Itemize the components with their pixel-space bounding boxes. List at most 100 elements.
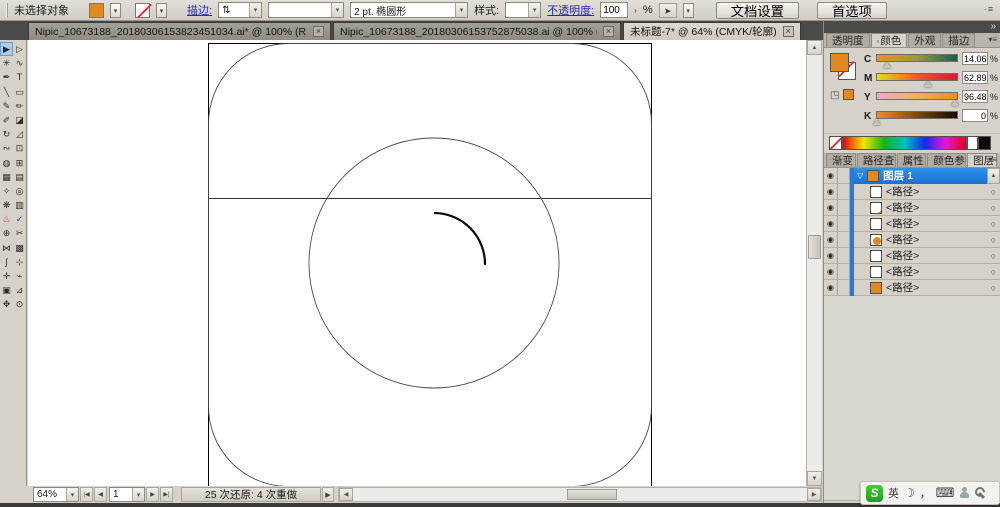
symbol-screener-tool[interactable]: ⋈ [0,241,13,255]
opacity-input[interactable] [600,2,628,18]
vertical-scrollbar[interactable]: ▲ ▼ [806,40,822,486]
collapse-panels-icon[interactable]: » [990,21,996,33]
control-bar-grip[interactable] [6,3,8,17]
gamut-color-swatch[interactable] [843,89,854,100]
control-bar-menu-icon[interactable]: ·≡ [984,4,994,14]
path-name[interactable]: <路径> [886,264,919,279]
layer-row-layer1[interactable]: ◉ ▽ 图层 1 ○ ▲ [824,168,1000,184]
live-paint-selection-tool[interactable]: ✓ [13,212,26,226]
eye-icon[interactable]: ◉ [824,232,838,248]
scribble-tool[interactable]: ∫ [0,255,13,269]
path-thumbnail[interactable] [870,250,882,262]
expand-triangle-icon[interactable]: ▽ [857,171,863,180]
tab-transparency[interactable]: 透明度 [826,33,870,47]
path-thumbnail[interactable] [870,234,882,246]
eye-icon[interactable]: ◉ [824,168,838,184]
lock-cell[interactable] [838,184,850,200]
tab-color[interactable]: ◦颜色 [871,33,908,47]
rotate-tool[interactable]: ↻ [0,127,13,141]
shape-builder-tool[interactable]: ◍ [0,156,13,170]
path-thumbnail[interactable] [870,282,882,294]
panel-menu-icon[interactable]: ▾≡ [988,35,997,44]
status-menu-icon[interactable]: ▶ [322,487,334,502]
page-tool[interactable]: ⊿ [13,283,26,297]
first-artboard-icon[interactable]: |◀ [80,487,93,502]
horizontal-scrollbar-thumb[interactable] [567,489,617,500]
crop-tool[interactable]: ▣ [0,283,13,297]
hand-tool[interactable]: ✥ [0,297,13,311]
close-icon[interactable]: × [603,26,614,37]
gradient-tool[interactable]: ▤ [13,170,26,184]
layer-thumbnail[interactable] [867,170,879,182]
magic-wand-tool[interactable]: ✳ [0,56,13,70]
undo-status-display[interactable]: 25 次还原: 4 次重做 [181,487,321,502]
scroll-down-icon[interactable]: ▼ [807,471,822,486]
free-transform-tool[interactable]: ⊡ [13,141,26,155]
close-icon[interactable]: × [783,26,794,37]
tab-gradient[interactable]: 渐变 [826,153,856,167]
lasso-tool[interactable]: ∿ [13,56,26,70]
horizontal-scrollbar[interactable]: ◀ ▶ [338,487,822,502]
lock-cell[interactable] [838,248,850,264]
path-thumbnail[interactable] [870,186,882,198]
path-thumbnail[interactable] [870,202,882,214]
person-icon[interactable] [960,487,969,499]
cyan-slider-marker[interactable] [883,62,891,68]
zoom-combo-arrow[interactable]: ▾ [66,488,78,501]
style-combo[interactable]: ▾ [505,2,541,18]
rectangle-tool[interactable]: ▭ [13,85,26,99]
path-thumbnail[interactable] [870,266,882,278]
path-thumbnail[interactable] [870,218,882,230]
eye-icon[interactable]: ◉ [824,184,838,200]
path-row-1[interactable]: ◉ <路径> ○ [824,184,1000,200]
artboard-number-combo[interactable]: 1 ▾ [109,487,145,502]
column-graph-tool[interactable]: ▥ [13,198,26,212]
opacity-spinner[interactable]: › [634,6,637,15]
width-tool[interactable]: ∾ [0,141,13,155]
lock-cell[interactable] [838,168,850,184]
stroke-weight-combo-arrow[interactable]: ▾ [249,3,261,17]
symbol-sprayer-tool[interactable]: ❋ [0,198,13,212]
color-fill-proxy[interactable] [831,54,848,71]
document-tab-2[interactable]: Nipic_10673188_20180306153752875038.ai @… [333,22,621,40]
none-color-swatch[interactable] [829,136,842,150]
graph-tool-tool[interactable]: ▩ [13,241,26,255]
scroll-right-icon[interactable]: ▶ [807,488,821,501]
knife-tool[interactable]: ⌁ [13,269,26,283]
zoom-level-combo[interactable]: 64% ▾ [33,487,79,502]
selection-tool[interactable]: ▶ [0,42,13,56]
keyboard-icon[interactable]: ⌨ [936,485,955,501]
ime-language-toggle[interactable]: 英 [888,485,899,501]
tab-attributes[interactable]: 属性 [897,153,927,167]
eye-icon[interactable]: ◉ [824,264,838,280]
path-row-4[interactable]: ◉ <路径> ○ [824,232,1000,248]
select-similar-dropdown[interactable]: ▾ [683,3,694,18]
zoom-tool[interactable]: ⊙ [13,297,26,311]
select-similar-icon[interactable]: ➤ [659,3,677,18]
eyedropper-tool[interactable]: ✧ [0,184,13,198]
magenta-slider-marker[interactable] [924,81,932,87]
live-paint-bucket-tool[interactable]: ♨ [0,212,13,226]
brush-definition-combo-arrow[interactable]: ▾ [455,3,467,17]
artboard-combo-arrow[interactable]: ▾ [132,488,144,501]
eyedropper-alt-tool[interactable]: ✛ [0,269,13,283]
perspective-grid-tool[interactable]: ⊞ [13,156,26,170]
scroll-up-icon[interactable]: ▲ [807,40,822,55]
target-circle-icon[interactable]: ○ [991,235,996,245]
previous-artboard-icon[interactable]: ◀ [94,487,107,502]
sogou-logo-icon[interactable]: S [866,485,883,502]
style-combo-arrow[interactable]: ▾ [528,3,540,17]
measure-tool[interactable]: ⊹ [13,255,26,269]
eye-icon[interactable]: ◉ [824,216,838,232]
path-name[interactable]: <路径> [886,280,919,295]
list-scroll-up-icon[interactable]: ▲ [987,168,1000,184]
mesh-tool[interactable]: ▦ [0,170,13,184]
direct-selection-tool[interactable]: ▷ [13,42,26,56]
stroke-color-dropdown[interactable]: ▾ [156,3,167,18]
eye-icon[interactable]: ◉ [824,248,838,264]
canvas[interactable] [28,40,806,486]
tab-stroke[interactable]: 描边 [942,33,975,47]
out-of-gamut-cube-icon[interactable]: ◳ [830,90,839,101]
punctuation-toggle[interactable]: ， [920,485,931,501]
path-row-7[interactable]: ◉ <路径> ○ [824,280,1000,296]
